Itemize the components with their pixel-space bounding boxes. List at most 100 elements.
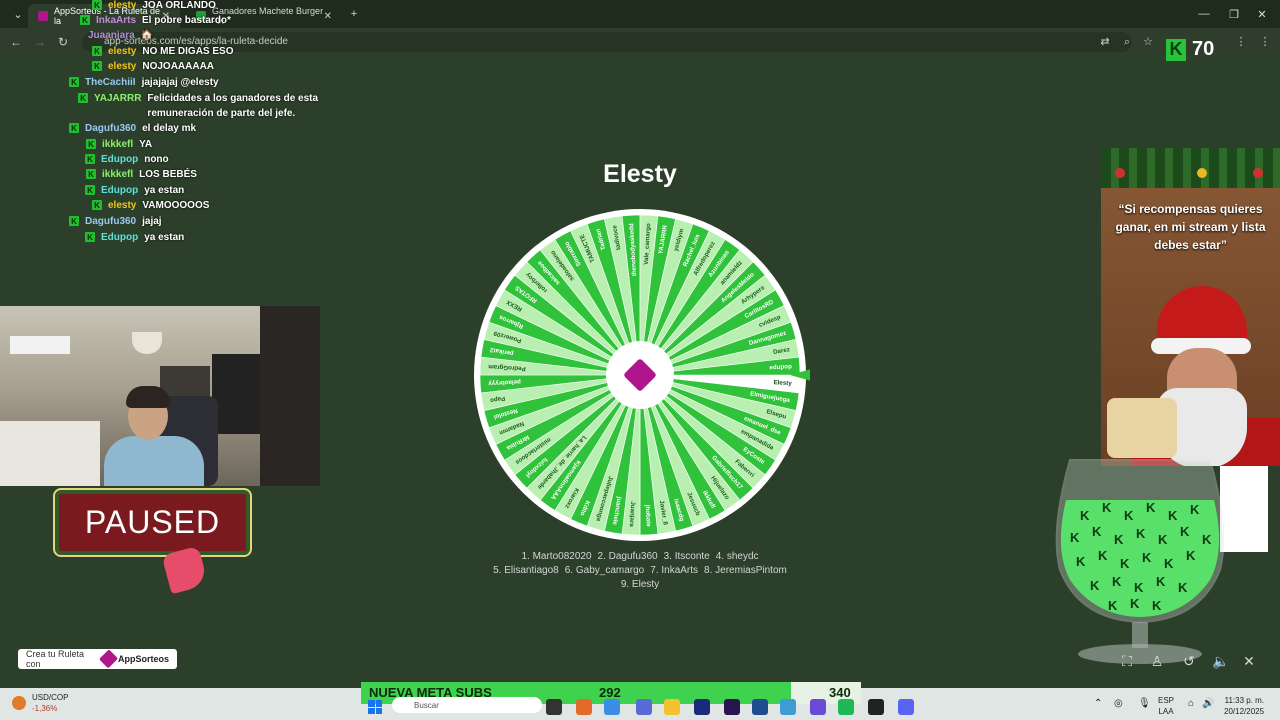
microphone-icon[interactable]: 🎙 [1138,698,1151,709]
winner-entry: 1. Marto082020 [521,551,592,562]
chat-message: K TheCachiiI jajajajaj @elesty [69,75,219,90]
chat-username: Dagufu360 [85,216,137,227]
audition-icon[interactable] [724,699,740,715]
prize-wheel[interactable]: ElestyElmiguejuegaElsepuemanuel_dseempan… [470,205,810,545]
chat-message: Kelesty NO ME DIGAS ESO [92,44,233,59]
chrome-icon[interactable] [604,699,620,715]
svg-text:K: K [1112,574,1122,589]
crea-text: Crea tu Ruleta con [26,649,85,669]
close-tab-icon[interactable]: ✕ [324,11,332,22]
file-explorer-icon[interactable] [664,699,680,715]
chat-text: NOJOAAAAAA [142,61,215,72]
clock[interactable]: 11:33 p. m. 20/12/2025 [1224,695,1264,717]
ticker-widget[interactable]: USD/COP -1,36% [12,692,68,714]
clock-time: 11:33 p. m. [1224,696,1265,705]
chat-text: El pobre bastardo* [142,15,231,26]
teams-icon[interactable] [810,699,826,715]
premiere-icon[interactable] [694,699,710,715]
subs-goal-value: 340 [829,685,851,700]
menu-icon[interactable]: ⋮ [1234,35,1248,49]
task-view-icon[interactable] [546,699,562,715]
kick-jar-goal: KKKKK K K KK K KKK K KK K KK KKKKK KKK [1055,459,1225,664]
more-icon[interactable]: ⋮ [1258,35,1272,49]
close-window-icon[interactable]: ✕ [1244,0,1280,28]
kick-badge-icon: K [78,93,88,103]
obs-icon[interactable] [868,699,884,715]
kick-badge-icon: K [92,61,102,71]
finance-icon [12,696,26,710]
streamer-body [104,436,204,486]
speaker-icon[interactable]: 🔊 [1202,698,1214,709]
kick-badge-icon: K [69,77,79,87]
chat-text: JOA ORLANDO [142,0,216,11]
tray-app-icon[interactable]: ◎ [1114,698,1123,709]
forward-icon[interactable]: → [32,34,48,50]
firefox-icon[interactable] [576,699,592,715]
translate-icon[interactable]: ⇄ [1098,35,1112,49]
volume-icon[interactable]: 🔈 [1212,652,1230,670]
close-overlay-icon[interactable]: ✕ [1240,652,1258,670]
winner-entry: 6. Gaby_camargo [564,565,645,576]
chat-text: nono [144,154,169,165]
subs-current: 292 [599,685,621,700]
chat-text: jajajajaj @elesty [141,77,219,88]
svg-text:K: K [1114,532,1124,547]
winner-entry: 8. JeremiasPintom [704,565,787,576]
ticker-change: -1,36% [32,704,58,713]
chat-username: elesty [108,0,137,11]
windows-start-icon[interactable] [368,700,382,714]
chat-username: InkaArts [96,15,137,26]
svg-text:K: K [1180,524,1190,539]
chat-text: Felicidades a los ganadores de esta remu… [147,93,319,119]
svg-text:K: K [1090,578,1100,593]
chat-message: K YAJARRR Felicidades a los ganadores de e… [78,91,328,121]
zoom-icon[interactable]: ⌕ [1120,35,1134,49]
kick-badge-icon: K [85,232,95,242]
fullscreen-icon[interactable]: ⛶ [1118,652,1136,670]
wheel-entry-label: jhobate [644,504,652,528]
chat-message: K Edupop ya estan [85,230,184,245]
taskbar-search[interactable]: Buscar [392,697,542,713]
svg-text:K: K [1098,548,1108,563]
kick-badge-icon: K [86,139,96,149]
kick-count: 70 [1192,38,1215,60]
new-tab-button[interactable]: + [336,0,372,28]
steam-icon[interactable] [752,699,768,715]
garland [1101,148,1280,188]
chat-username: elesty [108,46,137,57]
svg-text:K: K [1146,500,1156,515]
chat-message: Kikkkefl YA [86,137,152,152]
discord-icon[interactable] [898,699,914,715]
chat-text: ya estan [144,232,185,243]
acoustic-wall [260,306,320,486]
chat-text: NO ME DIGAS ESO [142,46,234,57]
network-icon[interactable]: ⌂ [1188,698,1194,709]
ornament-icon [1115,168,1125,178]
chat-username: TheCachiiI [85,77,136,88]
create-wheel-link[interactable]: Crea tu Ruleta con AppSorteos [18,649,177,669]
winner-entry: 3. Itsconte [663,551,710,562]
svg-text:K: K [1186,548,1196,563]
rewind-icon[interactable]: ↺ [1180,652,1198,670]
app-icon[interactable] [636,699,652,715]
chat-username: Edupop [101,232,139,243]
chat-message: K Edupop ya estan [85,183,184,198]
spotify-icon[interactable] [838,699,854,715]
svg-text:K: K [1152,598,1162,613]
reload-icon[interactable]: ↻ [55,34,71,50]
bookmark-star-icon[interactable]: ☆ [1141,35,1155,49]
kick-badge-icon: K [80,15,90,25]
tray-expand-icon[interactable]: ⌃ [1094,698,1102,709]
paused-banner: PAUSED [53,488,252,557]
trophy-icon[interactable]: ♙ [1148,652,1166,670]
chat-username: Edupop [101,185,139,196]
kick-badge-icon: K [69,123,79,133]
chat-message: K InkaArts El pobre bastardo* [80,13,231,28]
kick-badge-icon: K [69,216,79,226]
app-icon[interactable] [780,699,796,715]
language-indicator[interactable]: ESP LAA [1158,695,1174,717]
appsorteos-favicon-icon [38,11,48,21]
chat-text: ya estan [144,185,185,196]
lang-code: ESP [1158,696,1175,705]
back-icon[interactable]: ← [8,34,24,50]
